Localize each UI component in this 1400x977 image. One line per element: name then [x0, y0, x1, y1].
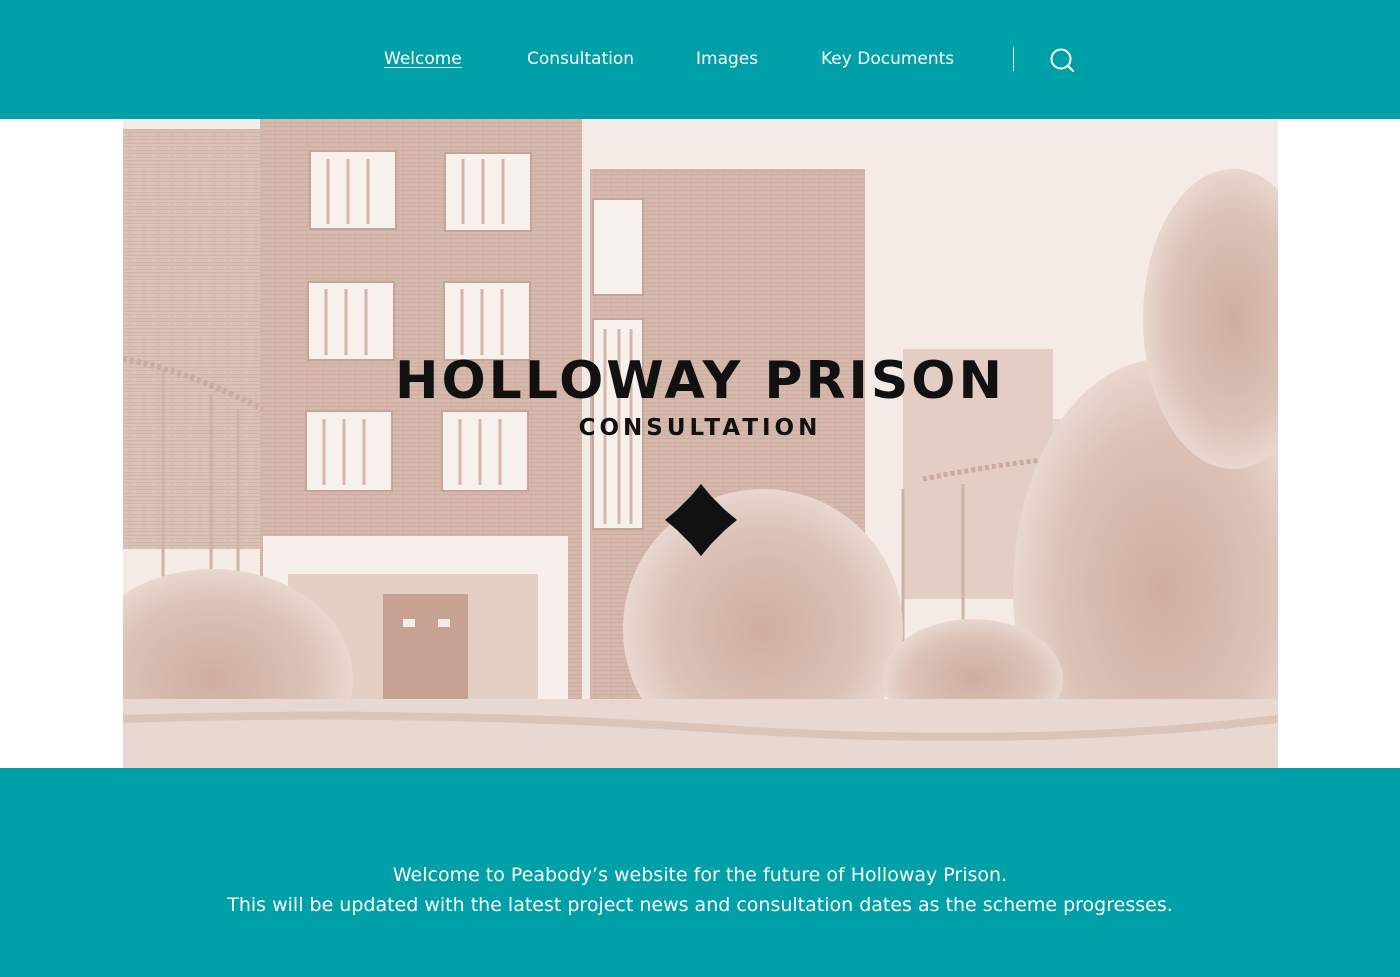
main-nav: Welcome Consultation Images Key Document…: [0, 46, 1400, 72]
nav-item-images[interactable]: Images: [696, 46, 758, 72]
intro-line-1: Welcome to Peabody’s website for the fut…: [392, 864, 1008, 886]
hero-banner: HOLLOWAY PRISON CONSULTATION: [0, 119, 1400, 768]
nav-divider: [1013, 47, 1014, 71]
nav-item-welcome[interactable]: Welcome: [384, 46, 462, 72]
hero-title-block: HOLLOWAY PRISON CONSULTATION: [0, 351, 1400, 443]
intro-line-2: This will be updated with the latest pro…: [227, 894, 1173, 916]
page-title: HOLLOWAY PRISON: [394, 351, 1006, 411]
intro-text: Welcome to Peabody’s website for the fut…: [0, 860, 1400, 920]
nav-item-key-documents[interactable]: Key Documents: [821, 46, 954, 72]
search-button[interactable]: [1047, 46, 1077, 74]
top-navigation-bar: Welcome Consultation Images Key Document…: [0, 0, 1400, 119]
search-icon: [1050, 48, 1074, 72]
page-subtitle: CONSULTATION: [578, 415, 822, 441]
nav-item-consultation[interactable]: Consultation: [527, 46, 634, 72]
quatrefoil-diamond-icon: [665, 484, 737, 556]
hero-photo: [123, 119, 1278, 768]
